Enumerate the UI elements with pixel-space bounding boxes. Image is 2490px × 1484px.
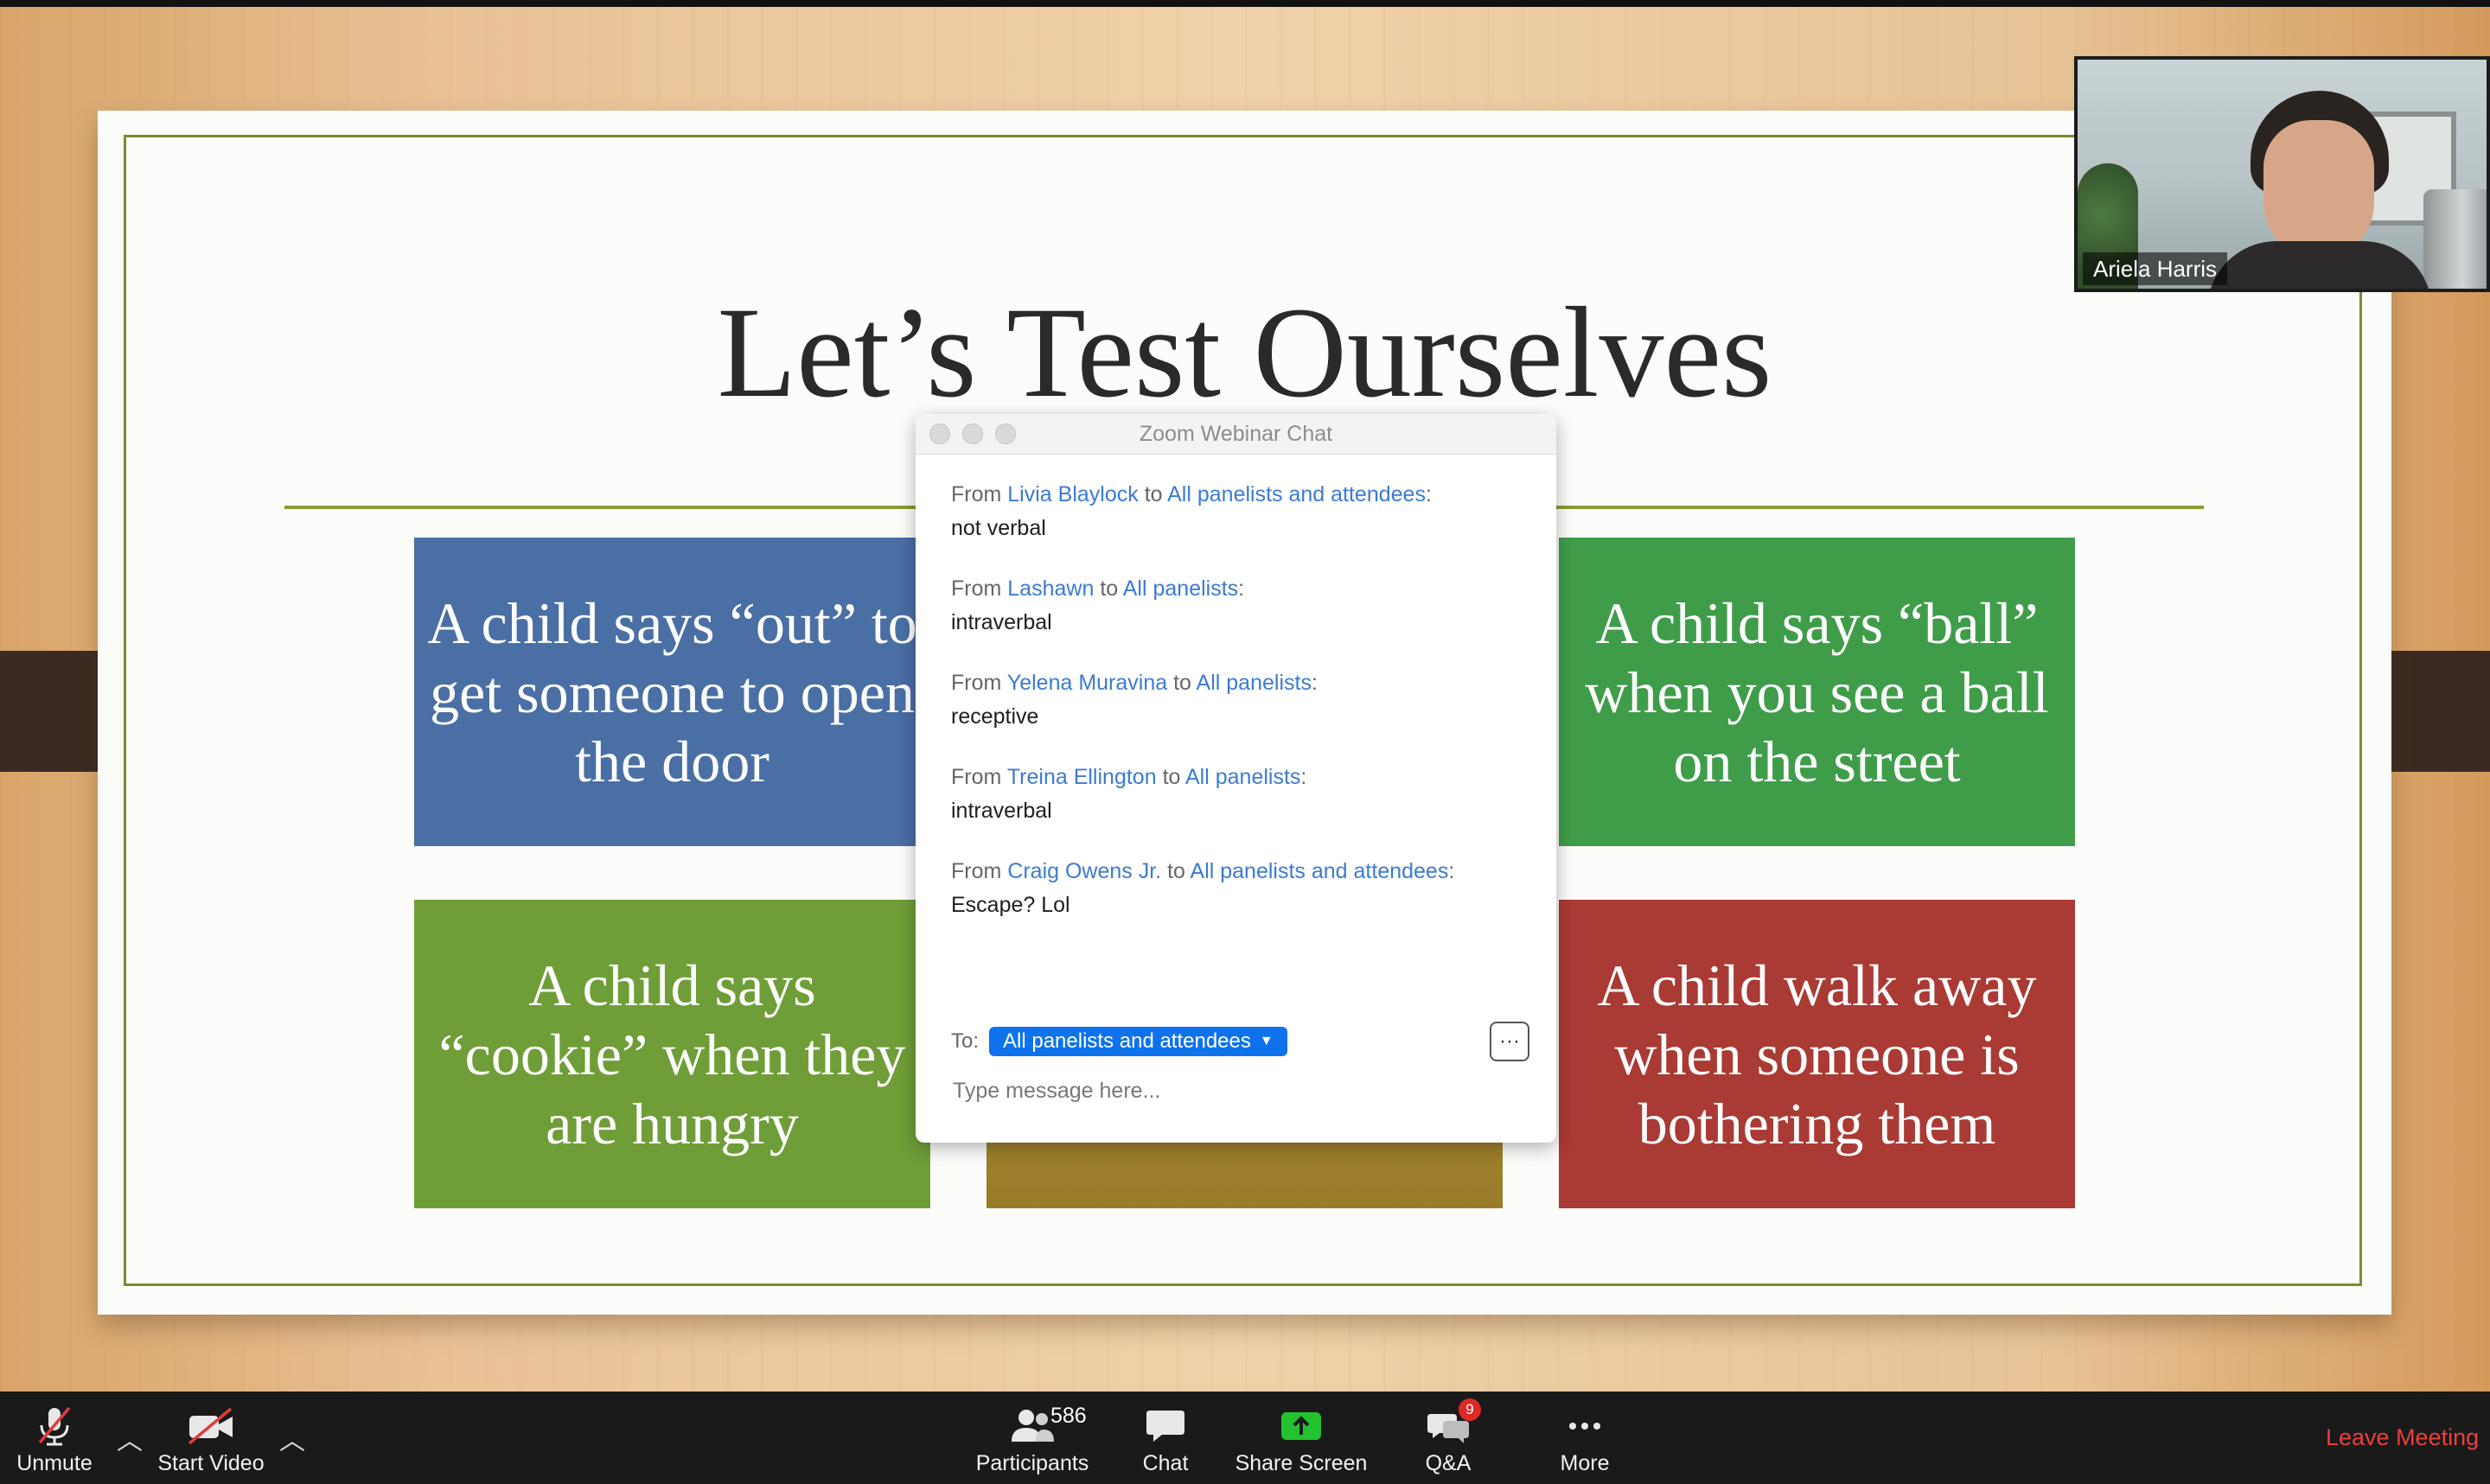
chat-message: From Craig Owens Jr. to All panelists an… <box>951 857 1504 920</box>
recipient-name[interactable]: All panelists <box>1185 765 1300 789</box>
to-label: to <box>1100 576 1119 601</box>
to-label: To: <box>951 1029 980 1053</box>
recipient-name[interactable]: All panelists <box>1123 576 1238 601</box>
unmute-label: Unmute <box>16 1451 93 1475</box>
chat-titlebar[interactable]: Zoom Webinar Chat <box>916 414 1556 455</box>
from-label: From <box>951 576 1002 601</box>
participants-icon <box>1009 1402 1056 1450</box>
chat-label: Chat <box>1142 1451 1189 1475</box>
to-label: to <box>1162 765 1181 789</box>
chat-messages: From Livia Blaylock to All panelists and… <box>951 480 1504 951</box>
colon: : <box>1300 765 1307 789</box>
qa-badge: 9 <box>1459 1398 1481 1421</box>
from-label: From <box>951 765 1002 789</box>
top-edge <box>0 0 2490 7</box>
zoom-window-icon[interactable] <box>995 424 1016 444</box>
slide-card-cookie: A child says “cookie” when they are hung… <box>414 900 930 1208</box>
ellipsis-icon: ··· <box>1499 1029 1520 1053</box>
chat-message-header: From Yelena Muravina to All panelists: <box>951 668 1504 697</box>
slide-card-ball: A child says “ball” when you see a ball … <box>1559 538 2075 846</box>
qa-button[interactable]: 9 Q&A <box>1409 1392 1487 1484</box>
start-video-label: Start Video <box>157 1451 265 1475</box>
chat-message-header: From Craig Owens Jr. to All panelists an… <box>951 857 1504 886</box>
share-screen-button[interactable]: Share Screen <box>1231 1392 1371 1484</box>
cam-person-shirt <box>2207 241 2432 289</box>
chat-message-text: not verbal <box>951 516 1046 540</box>
more-dots-icon <box>1564 1402 1606 1450</box>
to-label: to <box>1167 859 1185 883</box>
chat-message-header: From Treina Ellington to All panelists: <box>951 762 1504 792</box>
recipient-dropdown[interactable]: All panelists and attendees ▼ <box>989 1027 1287 1056</box>
chat-bubble-icon <box>1145 1402 1186 1450</box>
slide-title: Let’s Test Ourselves <box>717 281 1772 424</box>
chat-recipient-row: To: All panelists and attendees ▼ <box>951 1027 1287 1056</box>
to-label: to <box>1144 482 1163 506</box>
more-label: More <box>1560 1451 1610 1475</box>
chat-message-header: From Livia Blaylock to All panelists and… <box>951 480 1504 509</box>
close-window-icon[interactable] <box>929 424 950 444</box>
meeting-toolbar: Unmute ︿ Start Video ︿ Participants Chat… <box>0 1392 2490 1484</box>
sender-name[interactable]: Yelena Muravina <box>1007 671 1167 695</box>
minimize-window-icon[interactable] <box>962 424 983 444</box>
share-screen-icon <box>1278 1402 1325 1450</box>
chat-message: From Treina Ellington to All panelists: … <box>951 762 1504 825</box>
recipient-name[interactable]: All panelists <box>1197 671 1312 695</box>
chat-more-button[interactable]: ··· <box>1490 1022 1529 1061</box>
chat-message-text: receptive <box>951 704 1039 729</box>
more-button[interactable]: More <box>1546 1392 1624 1484</box>
video-options-caret-icon[interactable]: ︿ <box>275 1392 310 1484</box>
from-label: From <box>951 482 1002 506</box>
chat-button[interactable]: Chat <box>1124 1392 1207 1484</box>
chat-message: From Lashawn to All panelists: intraverb… <box>951 574 1504 637</box>
sender-name[interactable]: Livia Blaylock <box>1007 482 1138 506</box>
video-off-icon <box>186 1402 236 1450</box>
webcam-video[interactable]: Ariela Harris <box>2074 56 2490 292</box>
recipient-dropdown-value: All panelists and attendees <box>1003 1029 1251 1053</box>
chat-message: From Yelena Muravina to All panelists: r… <box>951 668 1504 731</box>
sender-name[interactable]: Treina Ellington <box>1007 765 1157 789</box>
cam-person-face <box>2263 120 2374 258</box>
start-video-button[interactable]: Start Video <box>152 1392 270 1484</box>
from-label: From <box>951 859 1002 883</box>
to-label: to <box>1173 671 1191 695</box>
chat-message-text: intraverbal <box>951 610 1052 634</box>
webcam-name-label: Ariela Harris <box>2083 252 2228 285</box>
recipient-name[interactable]: All panelists and attendees <box>1191 859 1449 883</box>
chat-window: Zoom Webinar Chat From Livia Blaylock to… <box>916 414 1556 1143</box>
colon: : <box>1425 482 1432 506</box>
share-screen-label: Share Screen <box>1235 1451 1368 1475</box>
audio-options-caret-icon[interactable]: ︿ <box>112 1392 147 1484</box>
from-label: From <box>951 671 1002 695</box>
chat-message-text: intraverbal <box>951 799 1052 823</box>
chat-message-input[interactable] <box>951 1073 1508 1108</box>
chat-message-header: From Lashawn to All panelists: <box>951 574 1504 603</box>
chat-message-text: Escape? Lol <box>951 893 1070 917</box>
qa-label: Q&A <box>1425 1451 1472 1475</box>
unmute-button[interactable]: Unmute <box>0 1392 109 1484</box>
colon: : <box>1448 859 1455 883</box>
microphone-muted-icon <box>35 1402 74 1450</box>
sender-name[interactable]: Lashawn <box>1007 576 1094 601</box>
recipient-name[interactable]: All panelists and attendees <box>1167 482 1426 506</box>
chat-message: From Livia Blaylock to All panelists and… <box>951 480 1504 543</box>
sender-name[interactable]: Craig Owens Jr. <box>1007 859 1161 883</box>
cam-appliance <box>2423 189 2487 289</box>
qa-icon: 9 <box>1427 1398 1481 1450</box>
chevron-down-icon: ▼ <box>1259 1034 1274 1048</box>
colon: : <box>1238 576 1245 601</box>
participants-count: 586 <box>1050 1404 1087 1428</box>
participants-label: Participants <box>975 1451 1089 1475</box>
slide-card-walk-away: A child walk away when someone is bother… <box>1559 900 2075 1208</box>
colon: : <box>1311 671 1318 695</box>
slide-card-out: A child says “out” to get someone to ope… <box>414 538 930 846</box>
leave-meeting-button[interactable]: Leave Meeting <box>2326 1392 2479 1484</box>
